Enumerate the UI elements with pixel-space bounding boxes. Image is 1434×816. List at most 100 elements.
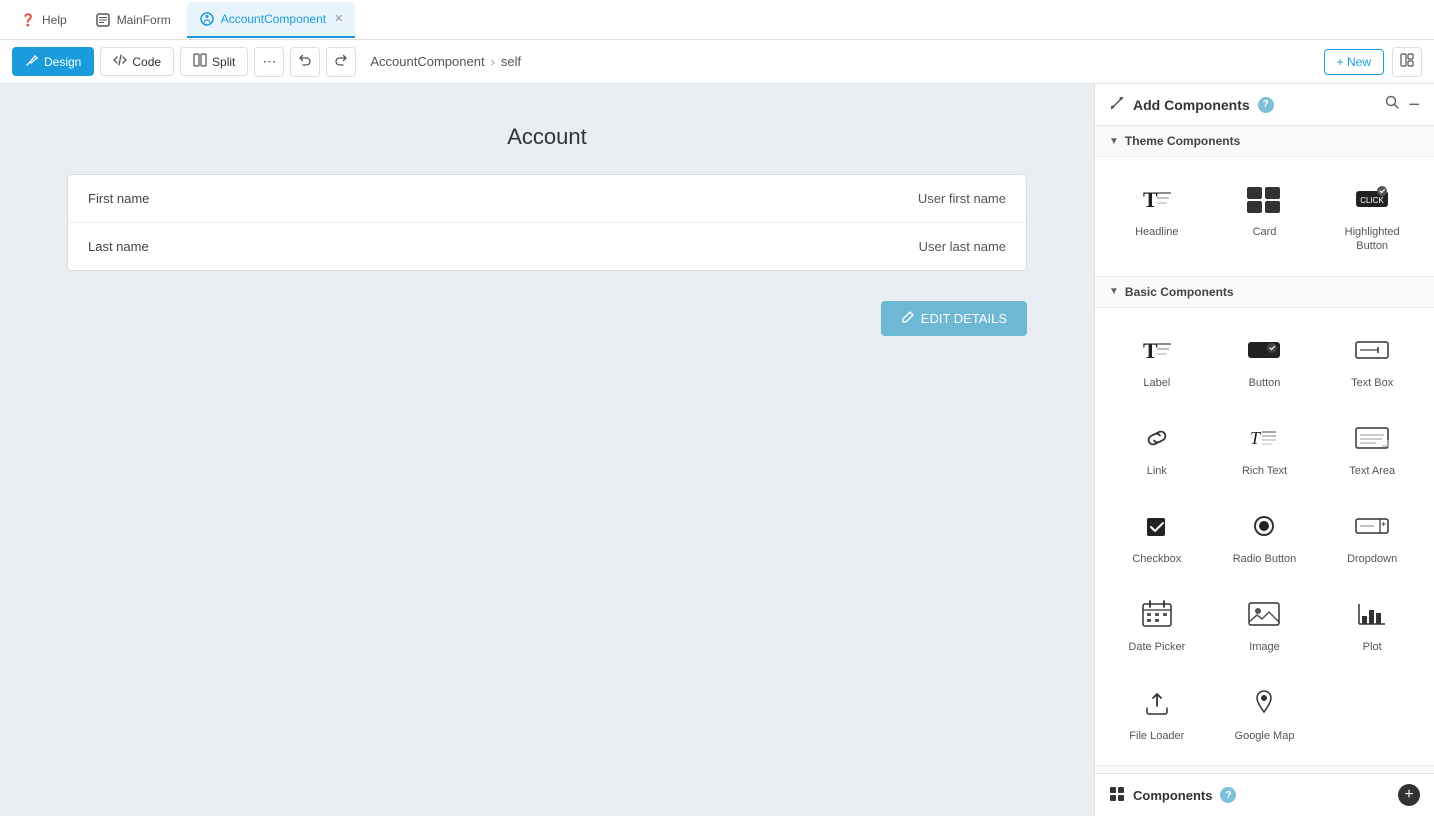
link-icon [1133, 418, 1181, 458]
code-button[interactable]: Code [100, 47, 174, 76]
label-comp-icon: T [1133, 330, 1181, 370]
layout-icon [1400, 53, 1414, 70]
component-image[interactable]: Image [1217, 586, 1313, 662]
textbox-icon [1348, 330, 1396, 370]
section-basic[interactable]: ▼ Basic Components [1095, 277, 1434, 308]
headline-label: Headline [1135, 225, 1178, 239]
googlemap-comp-label: Google Map [1235, 729, 1295, 743]
tab-bar: ❓ Help MainForm AccountComponent ✕ [0, 0, 1434, 40]
component-link[interactable]: Link [1109, 410, 1205, 486]
link-comp-label: Link [1147, 464, 1167, 478]
textbox-comp-label: Text Box [1351, 376, 1393, 390]
component-highlighted-button[interactable]: CLICK Highlighted Button [1324, 171, 1420, 262]
component-label[interactable]: T Label [1109, 322, 1205, 398]
form-row-firstname: First name User first name [68, 175, 1026, 223]
component-textbox[interactable]: Text Box [1324, 322, 1420, 398]
googlemap-icon [1240, 683, 1288, 723]
layout-toggle-button[interactable] [1392, 47, 1422, 77]
basic-components-grid: T Label Button [1095, 308, 1434, 766]
tab-account-label: AccountComponent [221, 12, 326, 26]
more-icon: ⋯ [262, 53, 276, 70]
highlighted-button-label: Highlighted Button [1328, 225, 1416, 254]
panel-title: Add Components ? [1109, 95, 1274, 114]
component-checkbox[interactable]: Checkbox [1109, 498, 1205, 574]
form-row-lastname: Last name User last name [68, 223, 1026, 270]
component-card[interactable]: Card [1217, 171, 1313, 262]
help-icon-panel[interactable]: ? [1258, 97, 1274, 113]
components-help-icon[interactable]: ? [1220, 787, 1236, 803]
tab-mainform[interactable]: MainForm [83, 2, 183, 38]
new-button[interactable]: + New [1324, 49, 1384, 75]
split-label: Split [212, 55, 235, 69]
fileloader-icon [1133, 683, 1181, 723]
panel-scroll: ▼ Theme Components T Headline [1095, 126, 1434, 773]
component-radio[interactable]: Radio Button [1217, 498, 1313, 574]
undo-button[interactable] [290, 47, 320, 77]
page-title: Account [507, 124, 587, 150]
image-icon [1240, 594, 1288, 634]
minus-icon: − [1408, 95, 1420, 115]
section-basic-label: Basic Components [1125, 285, 1234, 299]
breadcrumb-root[interactable]: AccountComponent [370, 54, 484, 69]
bottom-bar: Components ? + [1095, 773, 1434, 816]
components-bottom-label: Components [1133, 788, 1212, 803]
component-plot[interactable]: Plot [1324, 586, 1420, 662]
mainform-icon [95, 12, 111, 28]
dropdown-comp-label: Dropdown [1347, 552, 1397, 566]
button-comp-label: Button [1249, 376, 1281, 390]
component-button[interactable]: Button [1217, 322, 1313, 398]
component-textarea[interactable]: Text Area [1324, 410, 1420, 486]
lastname-value: User last name [919, 239, 1006, 254]
right-panel: Add Components ? − ▼ Theme Components [1094, 84, 1434, 816]
split-button[interactable]: Split [180, 47, 248, 76]
add-component-button[interactable]: + [1398, 784, 1420, 806]
textarea-icon [1348, 418, 1396, 458]
label-comp-label: Label [1143, 376, 1170, 390]
design-button[interactable]: Design [12, 47, 94, 76]
section-more[interactable]: ▶ More Components [1095, 766, 1434, 773]
component-dropdown[interactable]: Dropdown [1324, 498, 1420, 574]
edit-details-button[interactable]: EDIT DETAILS [881, 301, 1027, 336]
radio-comp-label: Radio Button [1233, 552, 1297, 566]
collapse-button[interactable]: − [1408, 95, 1420, 115]
tab-accountcomponent[interactable]: AccountComponent ✕ [187, 2, 356, 38]
new-label: + New [1337, 55, 1371, 69]
datepicker-icon [1133, 594, 1181, 634]
component-datepicker[interactable]: Date Picker [1109, 586, 1205, 662]
redo-button[interactable] [326, 47, 356, 77]
design-icon [25, 53, 39, 70]
svg-text:T: T [1250, 428, 1262, 448]
panel-actions: − [1384, 94, 1420, 115]
theme-components-grid: T Headline Card [1095, 157, 1434, 277]
canvas: Account First name User first name Last … [0, 84, 1094, 816]
card-label: Card [1253, 225, 1277, 239]
undo-icon [298, 53, 312, 70]
add-components-title: Add Components [1133, 97, 1250, 113]
lastname-label: Last name [88, 239, 149, 254]
tab-help[interactable]: ❓ Help [8, 2, 79, 38]
add-icon: + [1404, 786, 1413, 804]
richtext-icon: T [1240, 418, 1288, 458]
plot-icon [1348, 594, 1396, 634]
help-icon: ❓ [20, 12, 36, 28]
image-comp-label: Image [1249, 640, 1280, 654]
card-icon [1240, 179, 1288, 219]
panel-header: Add Components ? − [1095, 84, 1434, 126]
bottom-bar-title: Components ? [1109, 786, 1236, 805]
section-theme-chevron: ▼ [1109, 136, 1119, 147]
search-button[interactable] [1384, 94, 1400, 115]
section-basic-chevron: ▼ [1109, 286, 1119, 297]
edit-details-label: EDIT DETAILS [921, 311, 1007, 326]
component-fileloader[interactable]: File Loader [1109, 675, 1205, 751]
component-headline[interactable]: T Headline [1109, 171, 1205, 262]
section-theme[interactable]: ▼ Theme Components [1095, 126, 1434, 157]
component-googlemap[interactable]: Google Map [1217, 675, 1313, 751]
svg-text:CLICK: CLICK [1360, 196, 1384, 205]
checkbox-comp-label: Checkbox [1132, 552, 1181, 566]
headline-icon: T [1133, 179, 1181, 219]
more-button[interactable]: ⋯ [254, 47, 284, 77]
component-richtext[interactable]: T Rich Text [1217, 410, 1313, 486]
design-label: Design [44, 55, 81, 69]
svg-text:T: T [1143, 338, 1158, 363]
tab-close-icon[interactable]: ✕ [334, 12, 343, 25]
